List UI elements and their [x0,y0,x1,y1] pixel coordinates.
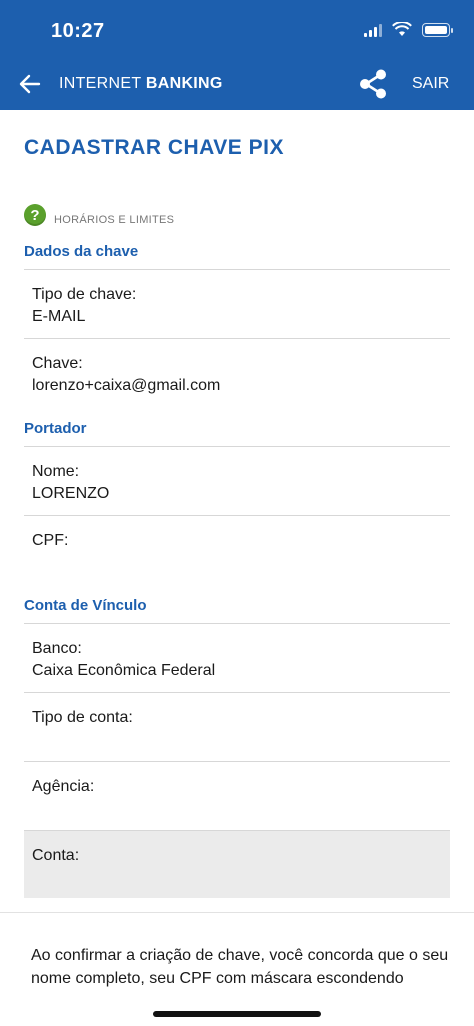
status-time: 10:27 [51,20,105,42]
home-indicator[interactable] [153,1011,321,1017]
field-label: Chave: [32,355,83,372]
page-title: CADASTRAR CHAVE PIX [24,136,284,159]
field-label: Banco: [32,640,82,657]
field-label: Agência: [32,778,95,795]
nav-bar: INTERNET BANKING SAIR [0,62,474,106]
status-icons [364,22,453,37]
field-label: Tipo de conta: [32,709,133,726]
help-question-icon: ? [24,204,46,226]
section-portador: Portador [24,420,87,437]
consent-text: Ao confirmar a criação de chave, você co… [31,947,449,987]
field-value: E-MAIL [32,308,86,325]
divider [0,912,474,913]
field-agencia: Agência: [24,761,450,830]
hours-limits-link[interactable]: ? HORÁRIOS E LIMITES [24,204,174,226]
exit-button[interactable]: SAIR [412,75,449,93]
field-conta: Conta: [24,830,450,898]
arrow-left-icon [19,74,41,94]
share-button[interactable] [357,68,389,100]
app-header: 10:27 INTERNET BANKING SAIR [0,0,474,110]
field-value: lorenzo+caixa@gmail.com [32,377,221,394]
field-value: Caixa Econômica Federal [32,662,216,679]
section-conta-vinculo: Conta de Vínculo [24,597,147,614]
cellular-signal-icon [364,23,382,37]
nav-title: INTERNET BANKING [59,75,223,93]
field-value: LORENZO [32,485,110,502]
back-button[interactable] [16,70,44,98]
field-tipo-chave: Tipo de chave: E-MAIL [24,269,450,338]
field-chave: Chave: lorenzo+caixa@gmail.com [24,338,450,406]
nav-title-light: INTERNET [59,75,142,92]
wifi-icon [392,22,412,36]
battery-icon [422,22,453,37]
field-label: Nome: [32,463,80,480]
field-cpf: CPF: [24,515,450,583]
hours-limits-label: HORÁRIOS E LIMITES [54,214,175,226]
share-icon [360,69,386,99]
field-tipo-conta: Tipo de conta: [24,692,450,761]
field-label: Conta: [32,847,80,864]
field-label: CPF: [32,532,69,549]
section-dados-chave: Dados da chave [24,243,139,260]
field-banco: Banco: Caixa Econômica Federal [24,623,450,692]
field-nome: Nome: LORENZO [24,446,450,515]
field-label: Tipo de chave: [32,286,137,303]
nav-title-bold: BANKING [145,75,223,92]
